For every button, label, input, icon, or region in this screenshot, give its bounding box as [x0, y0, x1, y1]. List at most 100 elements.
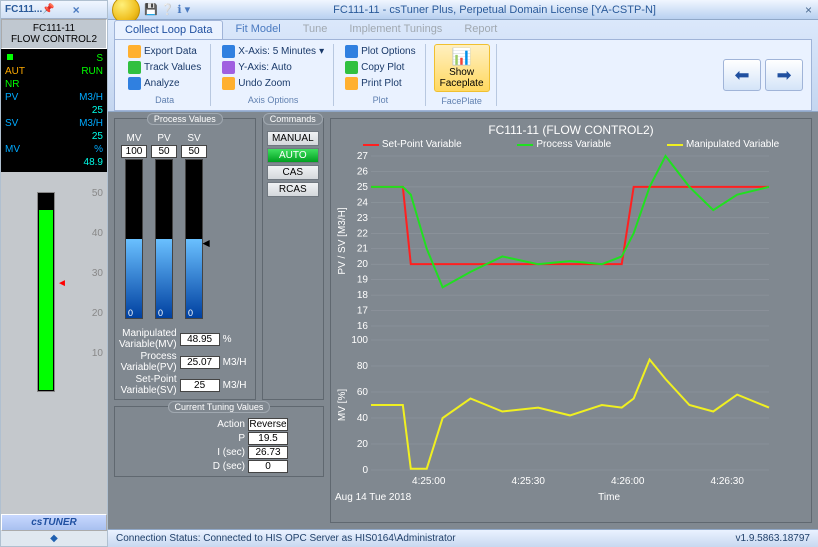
svg-text:100: 100: [351, 335, 368, 346]
xaxis-button[interactable]: X-Axis: 5 Minutes ▾: [219, 44, 327, 59]
tab-collect[interactable]: Collect Loop Data: [114, 20, 223, 39]
svg-text:4:26:00: 4:26:00: [611, 476, 645, 487]
tab-fit[interactable]: Fit Model: [225, 20, 290, 39]
faceplate-icon: 📊: [437, 47, 487, 67]
undo-zoom-button[interactable]: Undo Zoom: [219, 76, 327, 91]
tuning-input[interactable]: [248, 418, 288, 431]
print-plot-button[interactable]: Print Plot: [342, 76, 418, 91]
bar-sv: SV500◄: [181, 133, 207, 319]
chart-title: FC111-11 (FLOW CONTROL2): [335, 123, 807, 137]
mode-cas-button[interactable]: CAS: [267, 165, 319, 180]
svg-text:20: 20: [357, 439, 369, 450]
setpoint-marker-icon: ◄: [57, 278, 67, 289]
analyze-button[interactable]: Analyze: [125, 76, 204, 91]
yaxis-icon: [222, 61, 235, 74]
process-values-panel: Process Values MV1000PV500SV500◄ Manipul…: [114, 118, 256, 400]
svg-text:24: 24: [357, 197, 369, 208]
readout-input[interactable]: [180, 379, 220, 392]
tuning-input[interactable]: [248, 460, 288, 473]
svg-text:4:25:00: 4:25:00: [412, 476, 446, 487]
undo-icon: [222, 77, 235, 90]
svg-text:27: 27: [357, 152, 369, 162]
faceplate-readout: S AUTRUN NR PVM3/H 25 SVM3/H 25 MV% 48.9: [1, 49, 107, 172]
window-title: FC111-11 - csTuner Plus, Perpetual Domai…: [190, 4, 799, 16]
tab-report[interactable]: Report: [454, 20, 507, 39]
svg-text:80: 80: [357, 361, 369, 372]
mode-manual-button[interactable]: MANUAL: [267, 131, 319, 146]
faceplate-scale: 504030 2010: [92, 188, 103, 388]
tuning-input[interactable]: [248, 432, 288, 445]
svg-text:MV [%]: MV [%]: [337, 389, 348, 421]
bar-mv: MV1000: [121, 133, 147, 319]
svg-text:16: 16: [357, 321, 369, 332]
ribbon-group-data: Export Data Track Values Analyze Data: [119, 44, 211, 106]
readout-input[interactable]: [180, 356, 220, 369]
ribbon-group-axis: X-Axis: 5 Minutes ▾ Y-Axis: Auto Undo Zo…: [213, 44, 334, 106]
faceplate-bargraph: ◄ 504030 2010: [1, 172, 107, 514]
window-titlebar[interactable]: 💾 ❔ ℹ ▾ FC111-11 - csTuner Plus, Perpetu…: [108, 0, 818, 20]
svg-text:17: 17: [357, 306, 369, 317]
yaxis-button[interactable]: Y-Axis: Auto: [219, 60, 327, 75]
mode-rcas-button[interactable]: RCAS: [267, 182, 319, 197]
plot-options-button[interactable]: Plot Options: [342, 44, 418, 59]
tab-tune[interactable]: Tune: [293, 20, 338, 39]
svg-text:40: 40: [357, 413, 369, 424]
plot-options-icon: [345, 45, 358, 58]
svg-text:20: 20: [357, 259, 369, 270]
faceplate-dock: FC111... 📌 × FC111-11FLOW CONTROL2 S AUT…: [0, 0, 108, 547]
export-data-button[interactable]: Export Data: [125, 44, 204, 59]
print-icon: [345, 77, 358, 90]
svg-text:0: 0: [362, 465, 368, 476]
info-icon[interactable]: ℹ: [177, 3, 181, 16]
quick-access-toolbar: 💾 ❔ ℹ ▾: [144, 3, 190, 16]
mode-auto-button[interactable]: AUTO: [267, 148, 319, 163]
chart-canvas[interactable]: 16 17 18 19 20 21 22 23 24 25 26 27 0 20 40 60 80 100 4:25…: [335, 152, 775, 492]
nav-next-button[interactable]: ➡: [765, 59, 803, 91]
xaxis-icon: [222, 45, 235, 58]
svg-text:60: 60: [357, 387, 369, 398]
version-label: v1.9.5863.18797: [735, 533, 810, 544]
copy-icon: [345, 61, 358, 74]
svg-text:PV / SV [M3/H]: PV / SV [M3/H]: [337, 207, 348, 274]
cstuner-badge: csTUNER: [1, 514, 107, 531]
export-icon: [128, 45, 141, 58]
window-close-icon[interactable]: ×: [799, 3, 818, 17]
dock-pin-icon[interactable]: 📌: [42, 4, 72, 15]
ribbon-group-plot: Plot Options Copy Plot Print Plot Plot: [336, 44, 425, 106]
svg-text:19: 19: [357, 275, 369, 286]
save-icon[interactable]: 💾: [144, 3, 158, 16]
track-values-button[interactable]: Track Values: [125, 60, 204, 75]
dock-title: FC111...: [5, 4, 42, 15]
track-icon: [128, 61, 141, 74]
expand-icon[interactable]: ◆: [1, 531, 107, 546]
svg-text:23: 23: [357, 213, 369, 224]
ribbon-tabs: Collect Loop Data Fit Model Tune Impleme…: [114, 20, 812, 39]
commands-panel: Commands MANUALAUTOCASRCAS: [262, 118, 324, 400]
copy-plot-button[interactable]: Copy Plot: [342, 60, 418, 75]
dock-titlebar[interactable]: FC111... 📌 ×: [1, 1, 107, 19]
bar-pv: PV500: [151, 133, 177, 319]
svg-text:21: 21: [357, 244, 369, 255]
analyze-icon: [128, 77, 141, 90]
tuning-values-panel: Current Tuning Values ActionPI (sec)D (s…: [114, 406, 324, 477]
svg-text:4:25:30: 4:25:30: [512, 476, 546, 487]
ribbon: Collect Loop Data Fit Model Tune Impleme…: [108, 20, 818, 112]
svg-text:4:26:30: 4:26:30: [711, 476, 745, 487]
ribbon-group-faceplate: 📊 Show Faceplate FacePlate: [428, 44, 497, 106]
readout-input[interactable]: [180, 333, 220, 346]
loop-header: FC111-11FLOW CONTROL2: [1, 19, 107, 49]
connection-status: Connection Status: Connected to HIS OPC …: [116, 533, 456, 544]
tuning-input[interactable]: [248, 446, 288, 459]
help-icon[interactable]: ❔: [161, 3, 175, 16]
svg-text:25: 25: [357, 182, 369, 193]
nav-prev-button[interactable]: ⬅: [723, 59, 761, 91]
show-faceplate-button[interactable]: 📊 Show Faceplate: [434, 44, 490, 92]
tab-implement[interactable]: Implement Tunings: [339, 20, 452, 39]
chart-legend: Set-Point Variable Process Variable Mani…: [335, 139, 807, 150]
svg-text:26: 26: [357, 166, 369, 177]
dock-close-icon[interactable]: ×: [73, 3, 103, 17]
svg-text:18: 18: [357, 290, 369, 301]
status-bar: Connection Status: Connected to HIS OPC …: [108, 529, 818, 547]
svg-text:22: 22: [357, 228, 369, 239]
trend-chart[interactable]: FC111-11 (FLOW CONTROL2) Set-Point Varia…: [330, 118, 812, 523]
